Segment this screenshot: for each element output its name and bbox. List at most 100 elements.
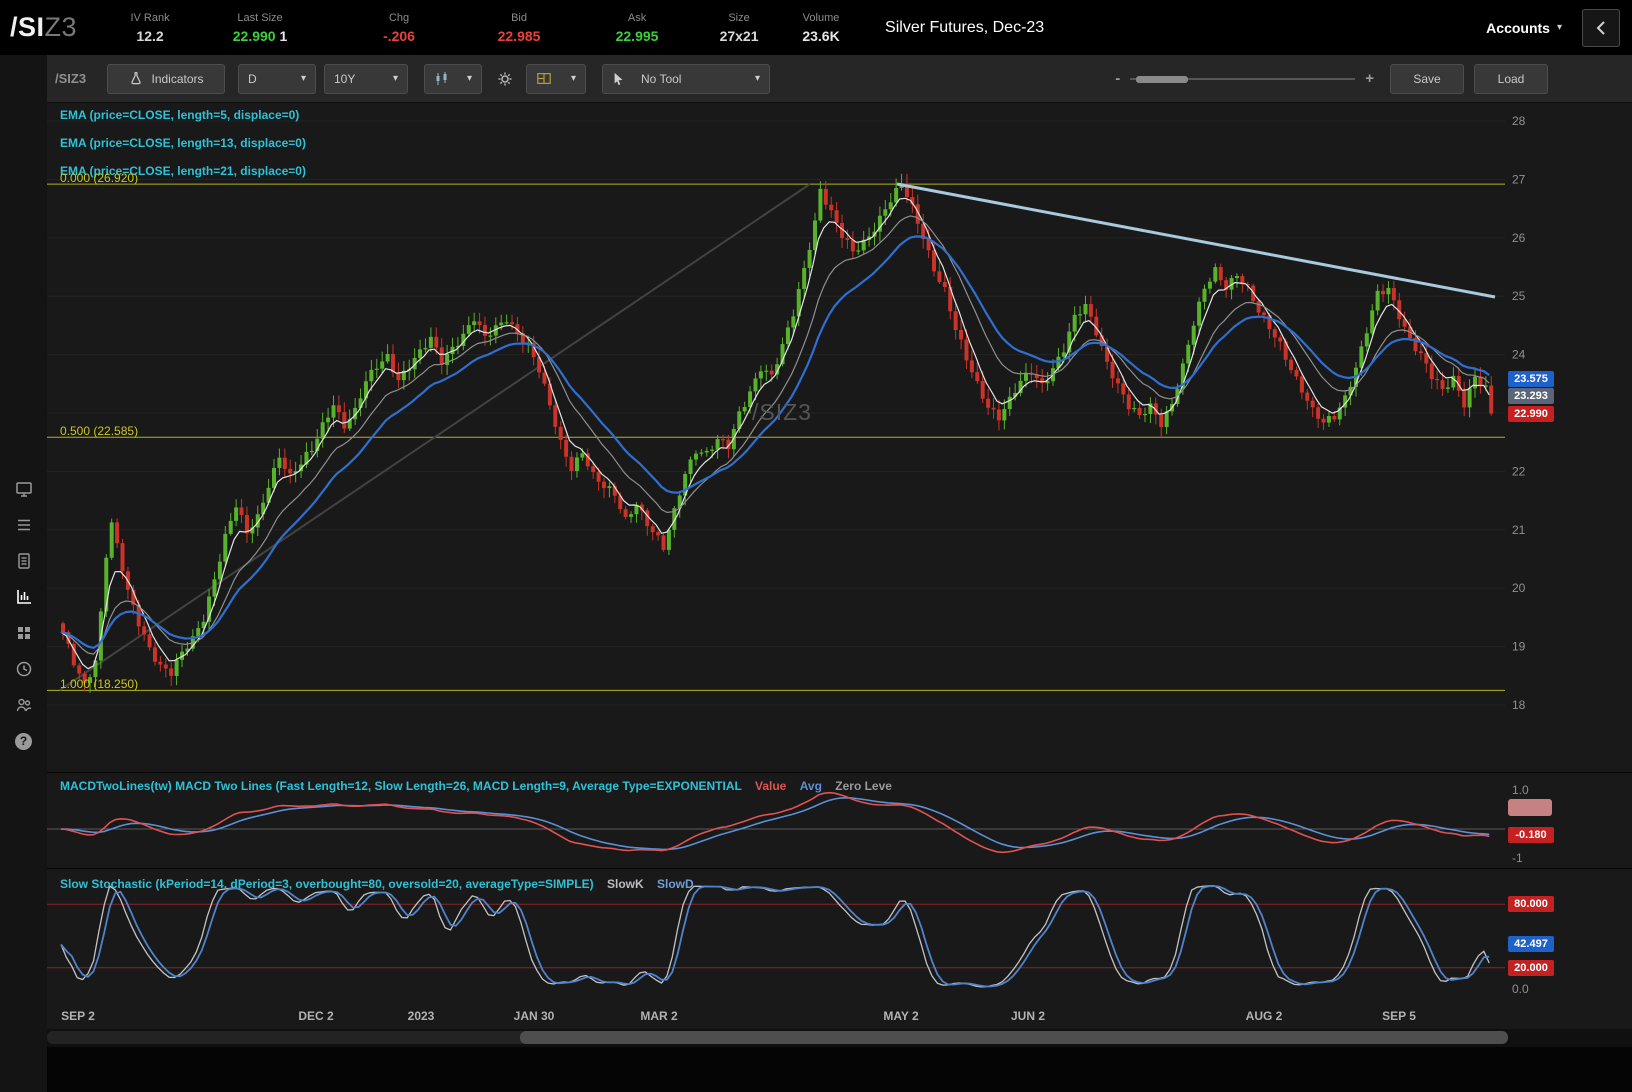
chart-type-dropdown[interactable]: ▾ [424, 63, 482, 94]
ema-21-line [60, 235, 1490, 649]
fib-level-label[interactable]: 0.500 (22.585) [60, 424, 138, 438]
downtrend-line[interactable] [896, 182, 1496, 299]
header-field-last-size: Last Size 22.990 1 [232, 11, 288, 44]
zoom-out-button[interactable]: - [1115, 70, 1120, 87]
range-dropdown[interactable]: 10Y ▾ [324, 63, 408, 94]
stochastic-pane[interactable]: Slow Stochastic (kPeriod=14, dPeriod=3, … [47, 868, 1632, 1004]
indicators-label: Indicators [151, 71, 204, 86]
quote-fields: IV Rank 12.2 Last Size 22.990 1 Chg -.206 Bid 2… [119, 12, 859, 44]
chevron-down-icon: ▾ [1556, 22, 1562, 33]
x-axis-label: 2023 [407, 1009, 435, 1023]
header-field-chg: Chg -.206 [383, 11, 415, 44]
accounts-label: Accounts [1486, 19, 1550, 36]
x-axis-label: JAN 30 [513, 1009, 555, 1023]
study-label-macd[interactable]: MACDTwoLines(tw) MACD Two Lines (Fast Le… [60, 779, 892, 793]
ema-value-bubble: 23.293 [1508, 387, 1554, 404]
fib-level-label[interactable]: 1.000 (18.250) [60, 677, 138, 691]
stoch-overbought-bubble: 80.000 [1508, 896, 1554, 913]
macd-axis-bottom: -1 [1512, 851, 1523, 865]
price-canvas[interactable]: 2827262524232221201918 [47, 103, 1632, 772]
ema-5-line [60, 197, 1490, 670]
study-label-ema5[interactable]: EMA (price=CLOSE, length=5, displace=0) [60, 108, 299, 122]
x-axis-label: AUG 2 [1245, 1009, 1283, 1023]
layout-grid-dropdown[interactable]: ▾ [526, 63, 586, 94]
charts-icon[interactable] [14, 588, 34, 606]
header-field-bid: Bid 22.985 [497, 11, 541, 44]
save-button[interactable]: Save [1390, 63, 1464, 94]
price-axis-tick: 19 [1512, 640, 1526, 654]
stoch-legend-slowk: SlowK [606, 877, 644, 891]
watchlist-icon[interactable] [14, 516, 34, 534]
sidebar-icon-rail: ? [0, 480, 47, 750]
macd-legend-avg: Avg [799, 779, 822, 793]
candlestick-icon [436, 71, 447, 85]
price-axis-tick: 18 [1512, 698, 1526, 712]
accounts-menu[interactable]: Accounts ▾ [1486, 20, 1562, 36]
gear-icon [498, 72, 512, 85]
grid-apps-icon[interactable] [14, 624, 34, 642]
fib-level-label[interactable]: 0.000 (26.920) [60, 171, 138, 185]
time-axis: SEP 2 DEC 2 2023 JAN 30 MAR 2 MAY 2 JUN 2 AUG 2… [47, 1003, 1632, 1029]
macd-legend-value: Value [754, 779, 787, 793]
macd-legend-zero: Zero Leve [835, 779, 892, 793]
stoch-oversold-bubble: 20.000 [1508, 959, 1554, 976]
chevron-down-icon: ▾ [300, 73, 306, 84]
bottom-filler [47, 1047, 1632, 1092]
tool-value: No Tool [641, 71, 682, 86]
ema-value-bubble: 23.575 [1508, 371, 1554, 388]
macd-axis-top: 1.0 [1512, 783, 1529, 797]
stoch-legend-main: Slow Stochastic (kPeriod=14, dPeriod=3, … [60, 877, 594, 891]
indicators-button[interactable]: Indicators [107, 63, 225, 94]
toolbar-symbol: /SIZ3 [55, 71, 87, 86]
zoom-in-button[interactable]: + [1365, 70, 1374, 87]
symbol-main: /SI [10, 12, 45, 42]
help-icon[interactable]: ? [14, 732, 34, 750]
header-field-volume: Volume 23.6K [802, 11, 840, 44]
price-axis-tick: 21 [1512, 523, 1526, 537]
zoom-slider[interactable] [1130, 72, 1356, 86]
chevron-down-icon: ▾ [392, 73, 398, 84]
scanner-icon[interactable] [14, 552, 34, 570]
chart-scrollbar [47, 1029, 1632, 1047]
chevron-down-icon: ▾ [466, 73, 472, 84]
collapse-panel-button[interactable] [1582, 8, 1620, 47]
candles-layer [61, 173, 1494, 693]
timeframe-dropdown[interactable]: D ▾ [238, 63, 316, 94]
cursor-icon [614, 72, 623, 85]
header-field-ask: Ask 22.995 [615, 11, 659, 44]
range-value: 10Y [334, 71, 356, 86]
header-field-iv-rank: IV Rank 12.2 [130, 11, 170, 44]
x-axis-label: DEC 2 [298, 1009, 334, 1023]
left-sidebar: POSITIONS TRADE ACTIVITY [0, 55, 61, 1092]
history-clock-icon[interactable] [14, 660, 34, 678]
instrument-description: Silver Futures, Dec-23 [885, 18, 1045, 36]
price-axis-tick: 25 [1512, 289, 1526, 303]
last-price-bubble: 22.990 [1508, 405, 1554, 422]
timeframe-value: D [248, 71, 257, 86]
scrollbar-thumb[interactable] [520, 1031, 1508, 1044]
app-root: /SIZ3 IV Rank 12.2 Last Size 22.990 1 Chg -.2… [0, 0, 1632, 1092]
symbol-logo: /SIZ3 [10, 12, 77, 43]
study-label-ema13[interactable]: EMA (price=CLOSE, length=13, displace=0) [60, 136, 306, 150]
study-label-stochastic[interactable]: Slow Stochastic (kPeriod=14, dPeriod=3, … [60, 877, 694, 891]
x-axis-label: MAR 2 [640, 1009, 678, 1023]
monitor-icon[interactable] [14, 480, 34, 498]
price-axis-tick: 24 [1512, 348, 1526, 362]
price-axis-tick: 27 [1512, 172, 1526, 186]
layout-grid-icon [537, 73, 551, 84]
scrollbar-track[interactable] [47, 1031, 1508, 1044]
drawing-tool-dropdown[interactable]: No Tool ▾ [602, 63, 770, 94]
macd-secondary-bubble [1508, 799, 1552, 816]
price-pane[interactable]: 2827262524232221201918 EMA (price=CLOSE,… [47, 103, 1632, 772]
load-button[interactable]: Load [1474, 63, 1548, 94]
zoom-slider-thumb[interactable] [1136, 75, 1189, 83]
stoch-axis-zero: 0.0 [1512, 982, 1529, 996]
header-field-size: Size 27x21 [719, 11, 759, 44]
chart-toolbar: /SIZ3 Indicators D ▾ 10Y ▾ ▾ ▾ No Tool ▾… [47, 55, 1632, 103]
price-axis-tick: 28 [1512, 114, 1526, 128]
macd-pane[interactable]: MACDTwoLines(tw) MACD Two Lines (Fast Le… [47, 772, 1632, 869]
chevron-down-icon: ▾ [754, 73, 760, 84]
community-people-icon[interactable] [14, 696, 34, 714]
settings-gear-button[interactable] [492, 65, 518, 93]
chart-area: /SIZ3 Indicators D ▾ 10Y ▾ ▾ ▾ No Tool ▾… [47, 55, 1632, 1092]
